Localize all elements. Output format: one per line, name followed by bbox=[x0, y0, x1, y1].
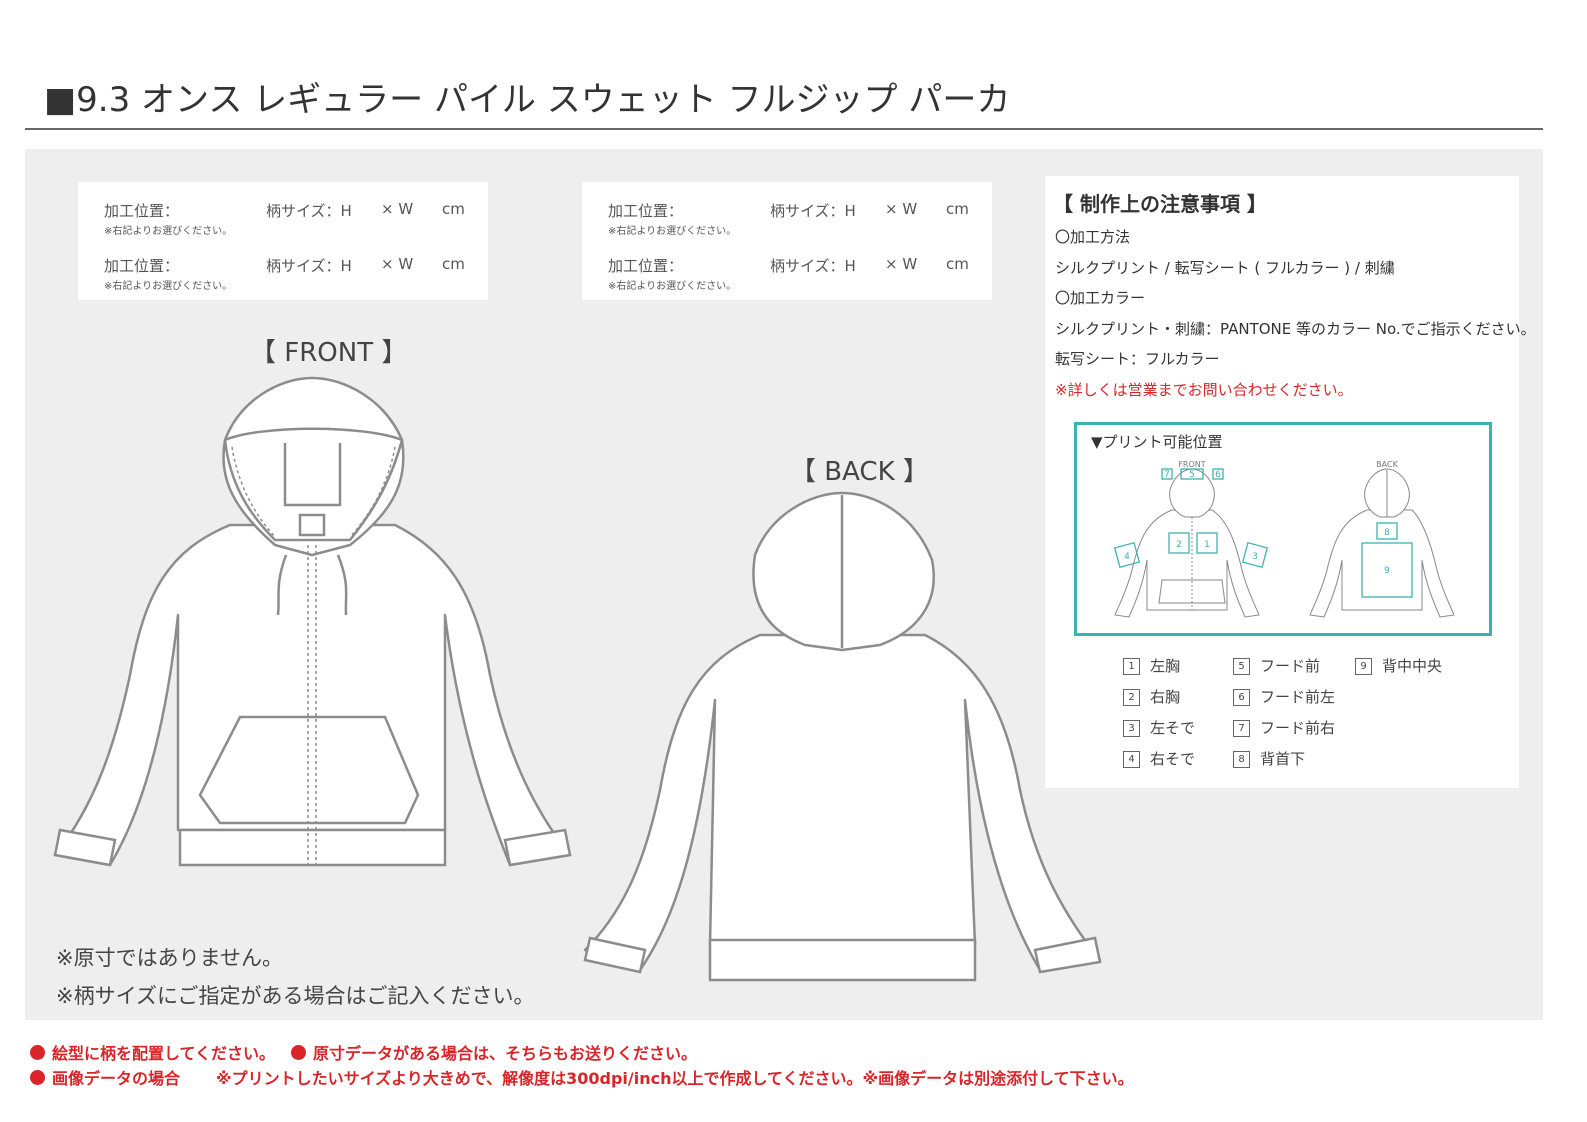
back-caption: BACK bbox=[1376, 460, 1398, 469]
position-label: 加工位置： bbox=[608, 202, 684, 220]
production-notes-panel: 【 制作上の注意事項 】 〇加工方法 シルクプリント / 転写シート ( フルカ… bbox=[1045, 176, 1536, 788]
notes-heading: 【 制作上の注意事項 】 bbox=[1053, 192, 1267, 216]
notes-line: シルクプリント / 転写シート ( フルカラー ) / 刺繍 bbox=[1055, 259, 1395, 277]
title-divider bbox=[25, 128, 1543, 130]
page-title: ■9.3 オンス レギュラー パイル スウェット フルジップ パーカ bbox=[44, 80, 1011, 120]
front-marker: 7 bbox=[1164, 470, 1170, 480]
bullet-icon bbox=[30, 1070, 45, 1085]
front-marker: 3 bbox=[1252, 552, 1258, 562]
size-height-label[interactable]: 柄サイズ：H bbox=[266, 255, 352, 276]
position-note: ※右記よりお選びください。 bbox=[608, 226, 737, 237]
bullet-icon bbox=[30, 1045, 45, 1060]
legend-item: 1 左胸 bbox=[1123, 655, 1180, 676]
position-label: 加工位置： bbox=[104, 202, 180, 220]
back-marker: 9 bbox=[1384, 566, 1390, 576]
legend-item: 6 フード前左 bbox=[1233, 686, 1335, 707]
notes-line: シルクプリント・刺繍：PANTONE 等のカラー No.でご指示ください。 bbox=[1055, 320, 1536, 338]
contact-note: ※詳しくは営業までお問い合わせください。 bbox=[1055, 381, 1353, 399]
placement-row: 加工位置： ※右記よりお選びください。 柄サイズ：H × W cm bbox=[78, 200, 488, 240]
front-marker: 4 bbox=[1124, 552, 1130, 562]
legend-item: 2 右胸 bbox=[1123, 686, 1180, 707]
unit-label: cm bbox=[946, 255, 969, 273]
bullet-icon bbox=[291, 1045, 307, 1060]
position-label: 加工位置： bbox=[104, 257, 180, 275]
back-view-label: 【 BACK 】 bbox=[790, 457, 929, 487]
placement-row: 加工位置： ※右記よりお選びください。 柄サイズ：H × W cm bbox=[582, 255, 992, 295]
print-positions-box: ▼プリント可能位置 FRONT BACK 7 5 6 2 1 4 3 8 9 bbox=[1074, 422, 1492, 636]
size-width-label[interactable]: × W bbox=[885, 255, 917, 273]
size-width-label[interactable]: × W bbox=[885, 200, 917, 218]
unit-label: cm bbox=[442, 200, 465, 218]
legend-item: 4 右そで bbox=[1123, 748, 1195, 769]
placement-form-front: 加工位置： ※右記よりお選びください。 柄サイズ：H × W cm 加工位置： … bbox=[78, 182, 488, 300]
position-note: ※右記よりお選びください。 bbox=[104, 226, 233, 237]
size-height-label[interactable]: 柄サイズ：H bbox=[266, 200, 352, 221]
footer-line-2: 画像データの場合 ※プリントしたいサイズより大きめで、解像度は300dpi/inc… bbox=[30, 1065, 1134, 1089]
back-hoodie-drawing bbox=[583, 491, 1102, 982]
position-note: ※右記よりお選びください。 bbox=[608, 281, 737, 292]
print-positions-title: ▼プリント可能位置 bbox=[1091, 433, 1223, 451]
not-actual-size-note: ※原寸ではありません。 bbox=[56, 946, 283, 970]
front-caption: FRONT bbox=[1178, 460, 1205, 469]
legend-item: 3 左そで bbox=[1123, 717, 1195, 738]
front-marker: 5 bbox=[1189, 470, 1195, 480]
size-height-label[interactable]: 柄サイズ：H bbox=[770, 255, 856, 276]
legend-item: 5 フード前 bbox=[1233, 655, 1320, 676]
size-instruction-note: ※柄サイズにご指定がある場合はご記入ください。 bbox=[56, 984, 535, 1008]
size-width-label[interactable]: × W bbox=[381, 200, 413, 218]
legend-item: 7 フード前右 bbox=[1233, 717, 1335, 738]
position-note: ※右記よりお選びください。 bbox=[104, 281, 233, 292]
print-positions-diagram: FRONT BACK 7 5 6 2 1 4 3 8 9 bbox=[1113, 460, 1455, 618]
unit-label: cm bbox=[946, 200, 969, 218]
legend-item: 8 背首下 bbox=[1233, 748, 1305, 769]
footer-line-1: 絵型に柄を配置してください。 原寸データがある場合は、そちらもお送りください。 bbox=[30, 1040, 697, 1064]
notes-line: 〇加工カラー bbox=[1055, 289, 1146, 307]
front-marker: 1 bbox=[1204, 540, 1210, 550]
placement-form-back: 加工位置： ※右記よりお選びください。 柄サイズ：H × W cm 加工位置： … bbox=[582, 182, 992, 300]
size-height-label[interactable]: 柄サイズ：H bbox=[770, 200, 856, 221]
unit-label: cm bbox=[442, 255, 465, 273]
front-view-label: 【 FRONT 】 bbox=[250, 338, 408, 368]
front-marker: 2 bbox=[1176, 540, 1182, 550]
legend-item: 9 背中中央 bbox=[1355, 655, 1442, 676]
notes-line: 〇加工方法 bbox=[1055, 228, 1131, 246]
placement-row: 加工位置： ※右記よりお選びください。 柄サイズ：H × W cm bbox=[582, 200, 992, 240]
notes-line: 転写シート：フルカラー bbox=[1055, 350, 1220, 368]
size-width-label[interactable]: × W bbox=[381, 255, 413, 273]
front-hoodie-drawing bbox=[53, 376, 572, 867]
placement-row: 加工位置： ※右記よりお選びください。 柄サイズ：H × W cm bbox=[78, 255, 488, 295]
back-marker: 8 bbox=[1384, 528, 1390, 538]
front-marker: 6 bbox=[1215, 470, 1221, 480]
position-label: 加工位置： bbox=[608, 257, 684, 275]
